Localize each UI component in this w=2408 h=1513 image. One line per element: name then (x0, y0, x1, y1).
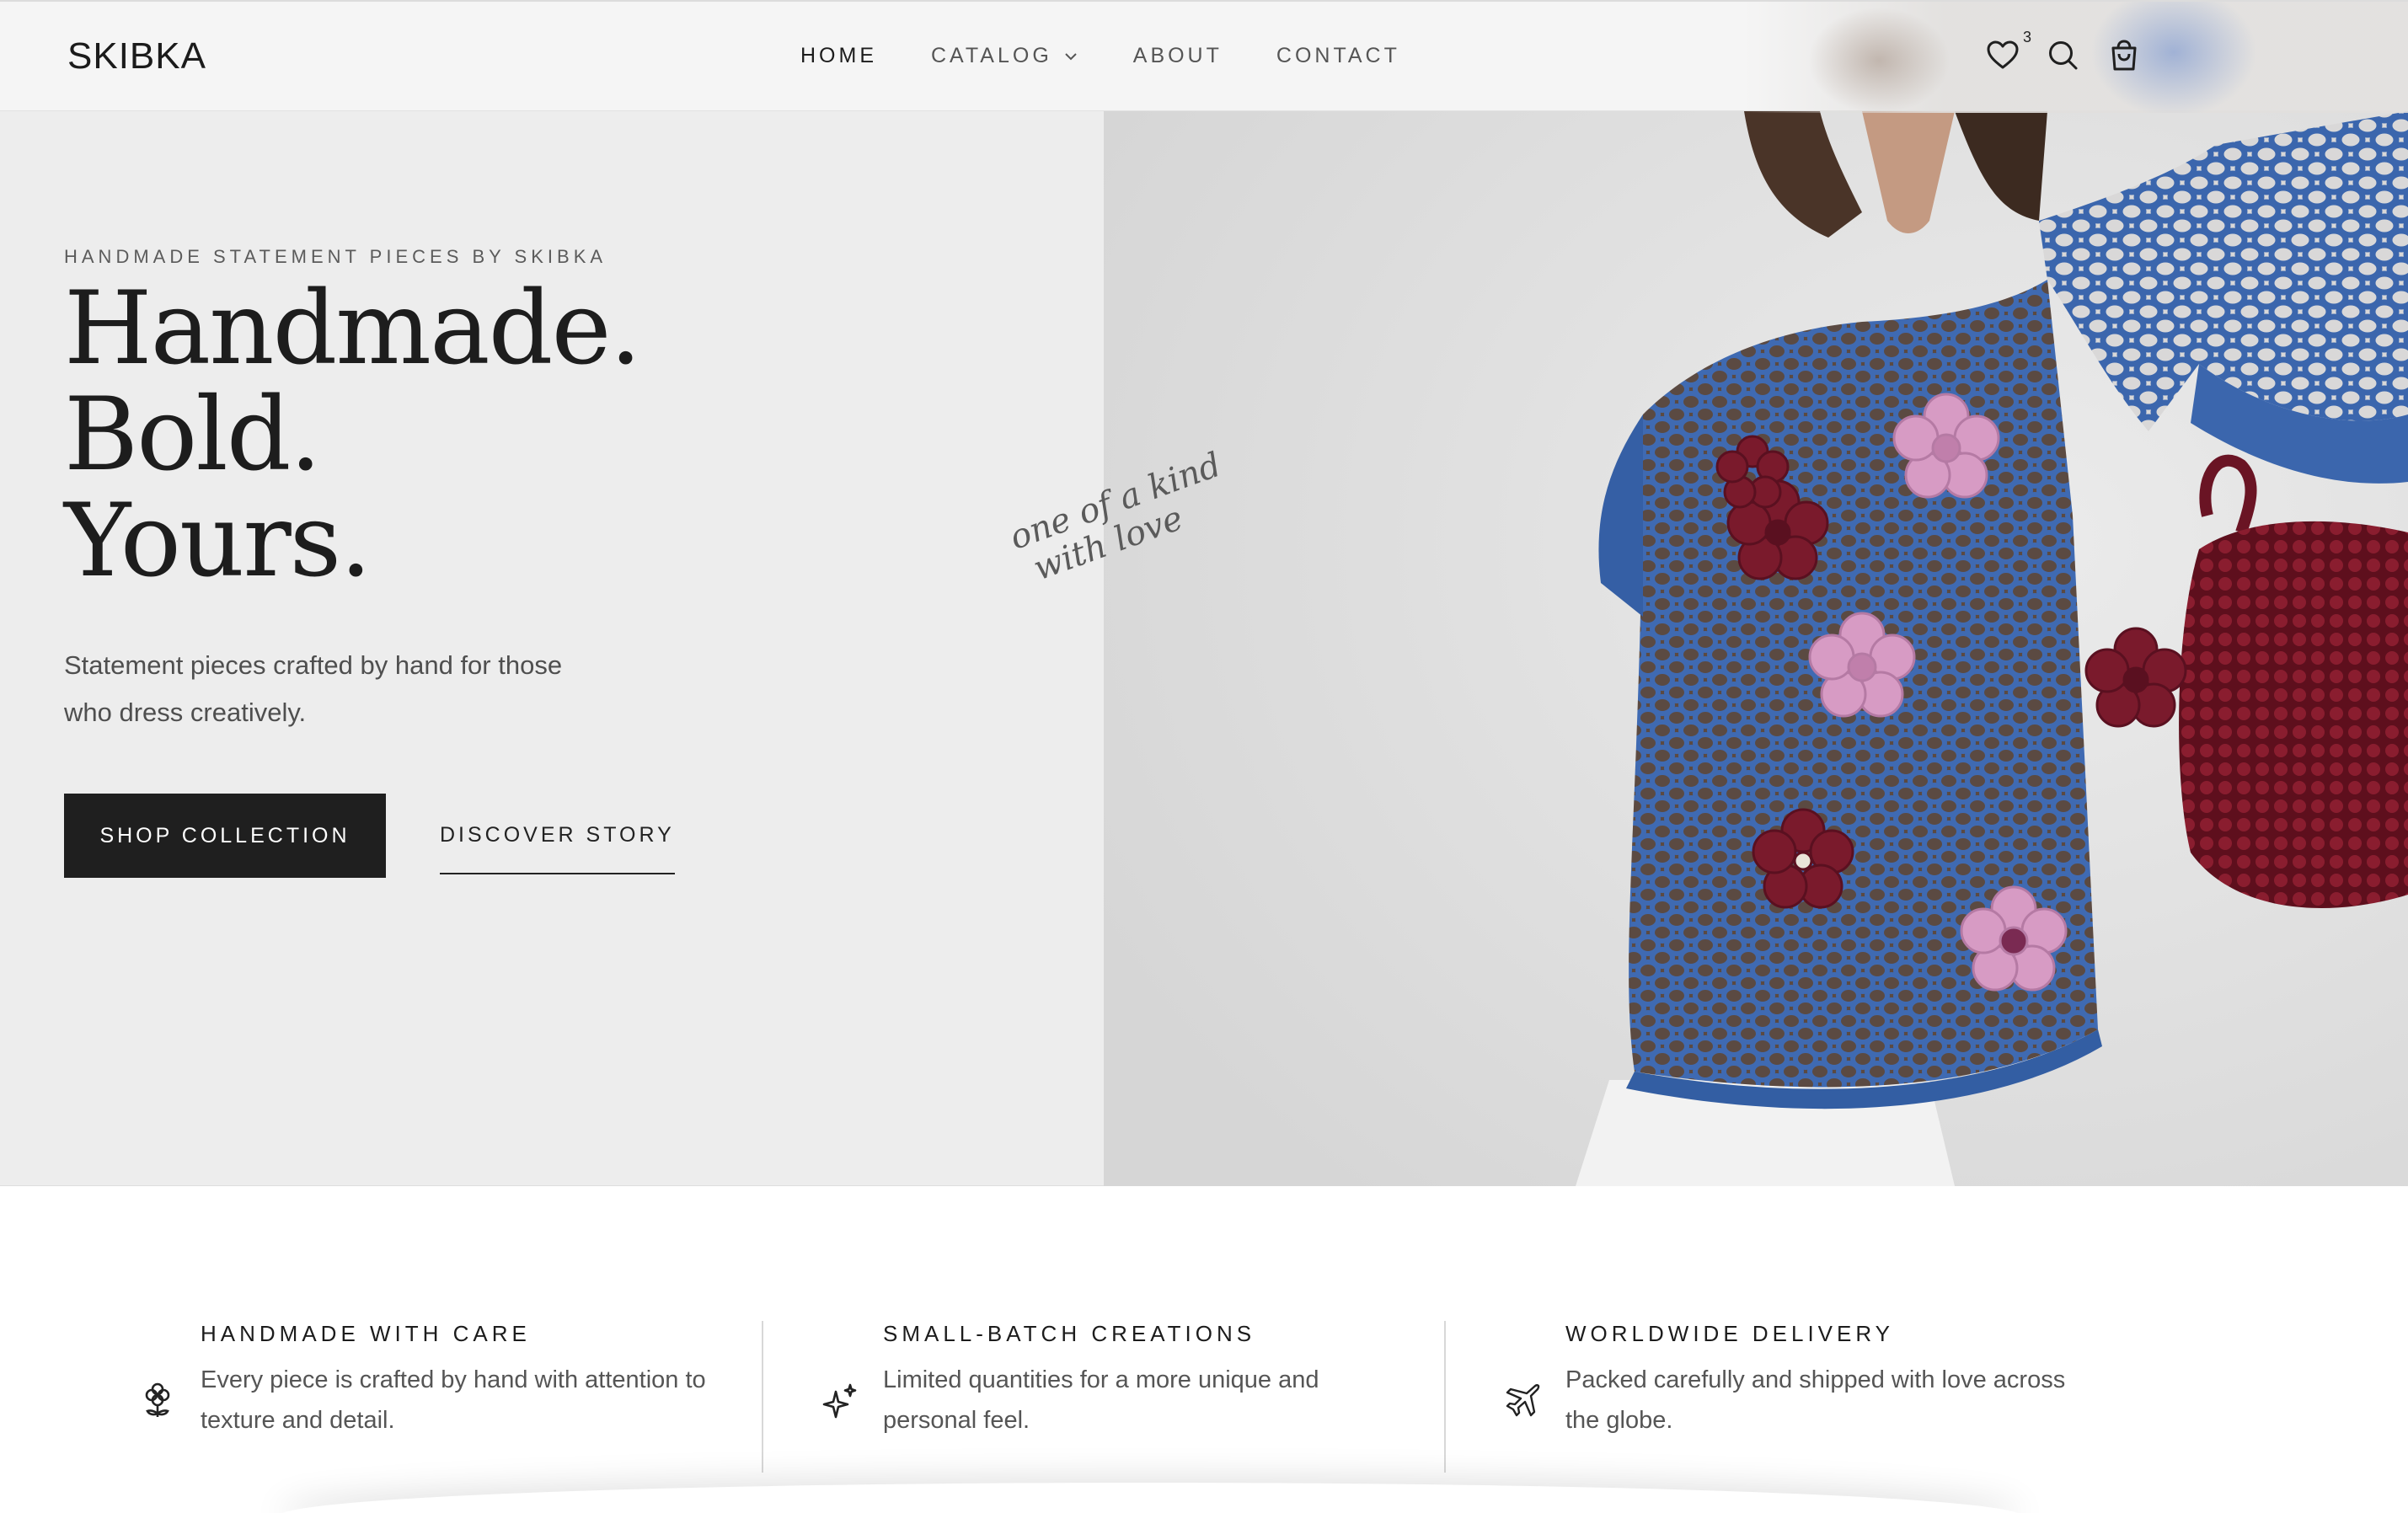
airplane-icon (1506, 1384, 1540, 1417)
feature-title: HANDMADE WITH CARE (201, 1321, 531, 1346)
search-button[interactable] (2045, 37, 2082, 74)
search-icon (2049, 41, 2078, 70)
hero-section: HANDMADE STATEMENT PIECES BY SKIBKA Hand… (0, 111, 2408, 1186)
feature-divider (762, 1321, 763, 1473)
cart-button[interactable] (2106, 37, 2143, 74)
hero-headline: Handmade. Bold. Yours. (64, 276, 907, 595)
main-nav: HOME CATALOG ABOUT CONTACT (800, 44, 1454, 68)
hero-subcopy: Statement pieces crafted by hand for tho… (64, 650, 563, 727)
site-header: SKIBKA HOME CATALOG ABOUT CONTACT 3 (0, 0, 2408, 113)
hero-eyebrow: HANDMADE STATEMENT PIECES BY SKIBKA (64, 246, 607, 267)
hero-cta-row: SHOP COLLECTION DISCOVER STORY (64, 794, 907, 878)
features-section: HANDMADE WITH CARE Every piece is crafte… (0, 1186, 2408, 1513)
heart-icon (1987, 40, 2019, 69)
flower-icon (145, 1382, 170, 1417)
feature-title: SMALL-BATCH CREATIONS (883, 1321, 1256, 1346)
header-actions: 3 (1984, 29, 2166, 74)
feature-divider (1444, 1321, 1446, 1473)
discover-story-link[interactable]: DISCOVER STORY (440, 823, 675, 874)
site-logo[interactable]: SKIBKA (67, 35, 206, 78)
wishlist-count-badge: 3 (2022, 29, 2031, 45)
nav-item-home[interactable]: HOME (800, 44, 877, 68)
chevron-down-icon (1065, 52, 1077, 60)
wishlist-button[interactable]: 3 (1984, 29, 2031, 74)
headline-line-2: Bold. (64, 377, 322, 494)
shopping-bag-icon (2111, 40, 2137, 71)
feature-text: Limited quantities for a more unique and… (883, 1366, 1319, 1434)
nav-item-label: HOME (800, 44, 877, 67)
page: SKIBKA HOME CATALOG ABOUT CONTACT 3 HAND… (0, 0, 2408, 1513)
nav-item-about[interactable]: ABOUT (1133, 44, 1223, 68)
nav-item-label: ABOUT (1132, 44, 1223, 67)
feature-text: Every piece is crafted by hand with atte… (201, 1366, 706, 1434)
shop-collection-button[interactable]: SHOP COLLECTION (64, 794, 386, 878)
nav-item-catalog[interactable]: CATALOG (931, 44, 1079, 68)
nav-item-label: CONTACT (1276, 44, 1400, 67)
headline-line-1: Handmade. (64, 270, 642, 388)
sparkle-icon (822, 1383, 857, 1419)
feature-title: WORLDWIDE DELIVERY (1565, 1321, 1895, 1346)
nav-item-label: CATALOG (931, 44, 1052, 67)
nav-item-contact[interactable]: CONTACT (1276, 44, 1400, 68)
hero-copy: HANDMADE STATEMENT PIECES BY SKIBKA Hand… (64, 246, 907, 878)
hero-image (1104, 111, 2408, 1186)
hero-model-illustration (1104, 111, 2408, 1186)
feature-text: Packed carefully and shipped with love a… (1565, 1366, 2066, 1434)
headline-line-3: Yours. (64, 483, 372, 600)
